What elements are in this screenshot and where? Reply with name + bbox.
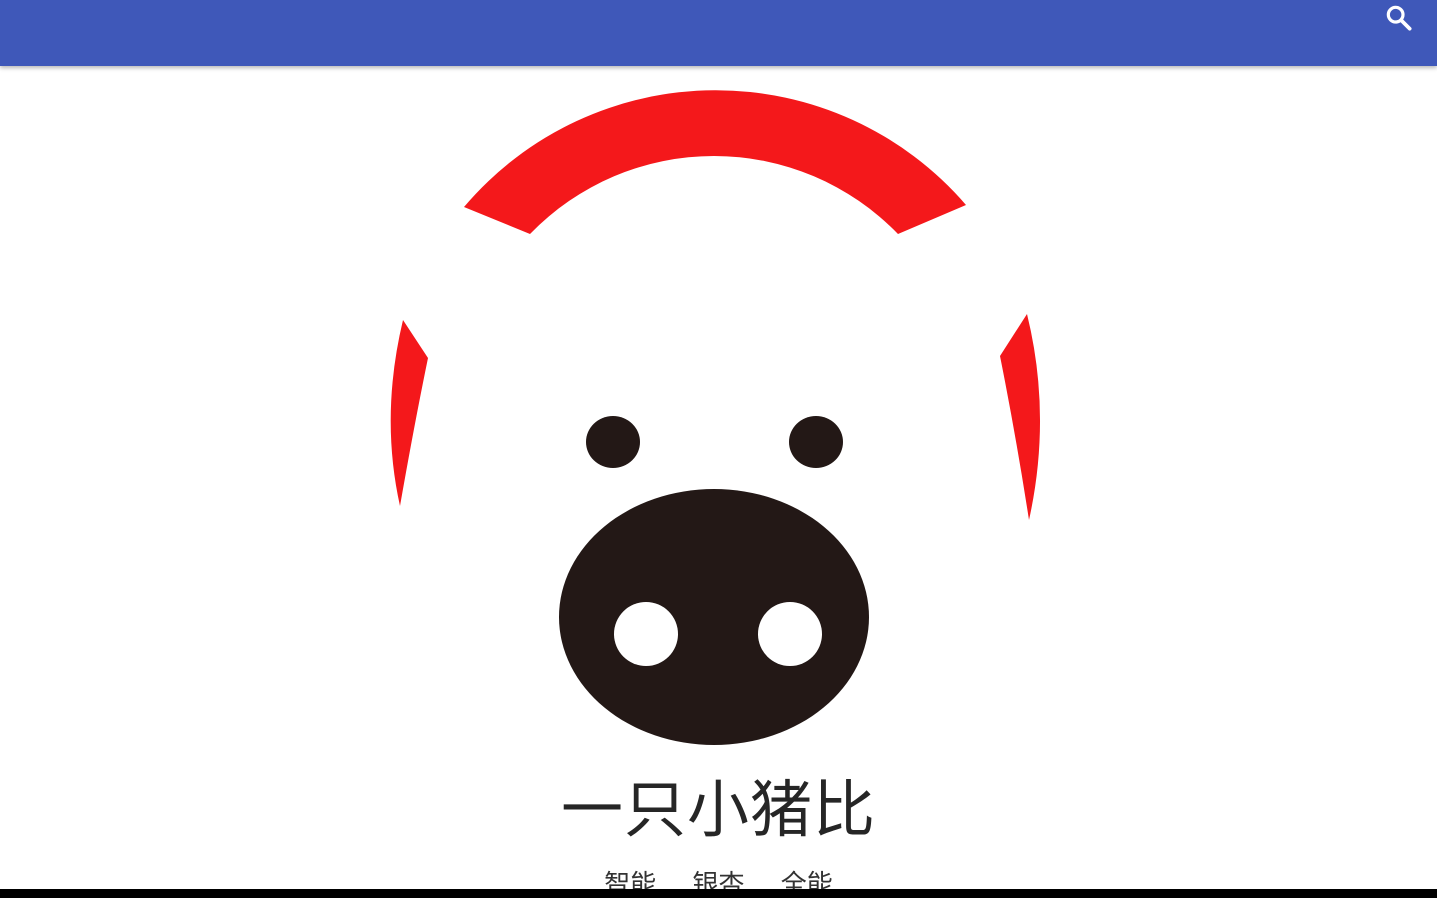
pig-right-nostril: [758, 602, 822, 666]
app-screen: 一只小猪比 智能 银杏 全能: [0, 0, 1437, 898]
pig-left-nostril: [614, 602, 678, 666]
system-navigation-bar: [0, 889, 1437, 898]
pig-right-ear: [1000, 314, 1041, 520]
pig-top-ear-arc: [464, 90, 966, 234]
app-title: 一只小猪比: [560, 773, 876, 846]
pig-right-eye: [789, 416, 843, 468]
pig-snout: [559, 489, 869, 745]
top-app-bar: [0, 0, 1437, 66]
pig-logo: [380, 86, 1050, 756]
pig-left-ear: [390, 320, 428, 506]
search-button[interactable]: [1383, 2, 1415, 34]
pig-left-eye: [586, 416, 640, 468]
search-icon: [1386, 5, 1412, 31]
